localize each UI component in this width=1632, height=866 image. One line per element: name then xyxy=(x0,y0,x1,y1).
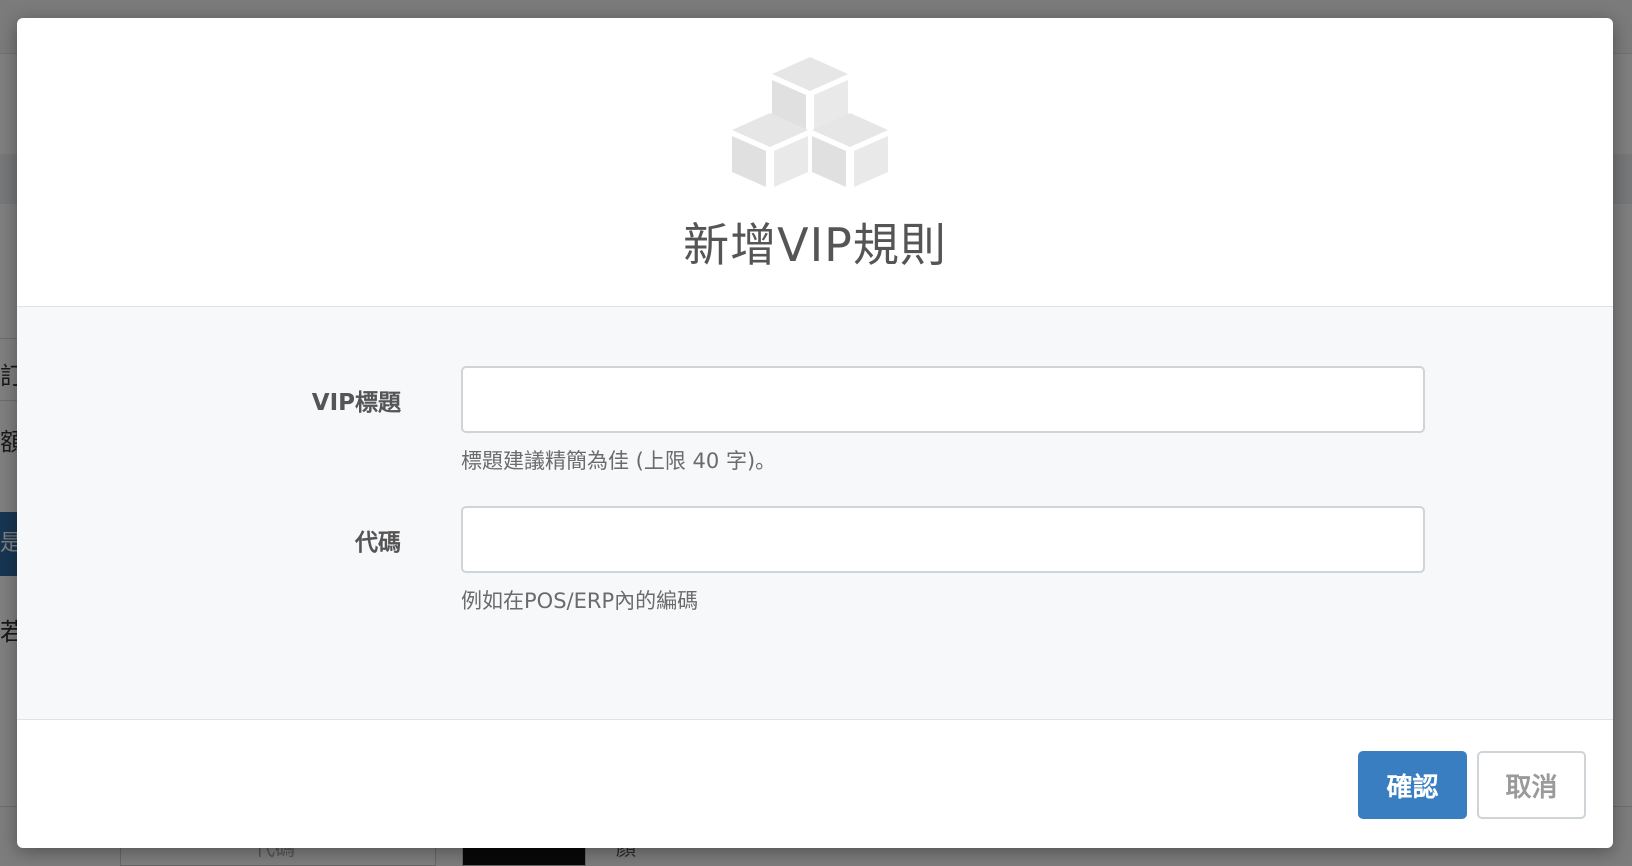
cubes-icon xyxy=(732,57,888,187)
vip-title-help: 標題建議精簡為佳 (上限 40 字)。 xyxy=(461,449,777,473)
code-input[interactable] xyxy=(461,506,1425,573)
add-vip-rule-modal: 新增VIP規則 VIP標題 標題建議精簡為佳 (上限 40 字)。 代碼 例如在… xyxy=(17,18,1613,848)
vip-title-input[interactable] xyxy=(461,366,1425,433)
modal-header: 新增VIP規則 xyxy=(17,18,1613,307)
code-label: 代碼 xyxy=(355,530,401,556)
vip-title-label: VIP標題 xyxy=(311,390,401,416)
modal-title: 新增VIP規則 xyxy=(683,218,947,272)
modal-body: VIP標題 標題建議精簡為佳 (上限 40 字)。 代碼 例如在POS/ERP內… xyxy=(17,307,1613,720)
confirm-button[interactable]: 確認 xyxy=(1358,751,1467,819)
cancel-button[interactable]: 取消 xyxy=(1477,751,1586,819)
modal-footer: 確認 取消 xyxy=(17,720,1613,846)
code-help: 例如在POS/ERP內的編碼 xyxy=(461,589,699,613)
